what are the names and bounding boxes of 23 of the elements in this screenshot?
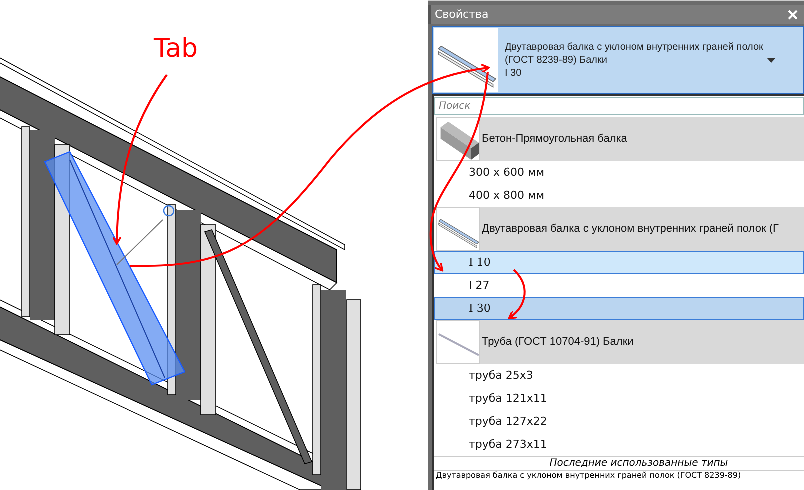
recent-type-item[interactable]: Двутавровая балка с уклоном внутренних граней полок (ГОСТ 8239-89) bbox=[434, 471, 804, 481]
type-name: I 30 bbox=[505, 66, 523, 80]
type-item[interactable]: 300 x 600 мм bbox=[434, 161, 804, 184]
type-item[interactable]: труба 127x22 bbox=[434, 410, 804, 433]
panel-title: Свойства bbox=[435, 8, 489, 21]
type-item[interactable]: труба 25x3 bbox=[434, 364, 804, 387]
caret-icon[interactable] bbox=[767, 58, 776, 62]
type-selector[interactable]: Двутавровая балка с уклоном внутренних граней полок (ГОСТ 8239-89) Балки I 30 bbox=[432, 26, 804, 94]
annotation-label: Tab bbox=[154, 34, 198, 64]
close-icon[interactable] bbox=[788, 10, 798, 20]
type-item[interactable]: I 30 bbox=[434, 297, 804, 320]
type-item[interactable]: 400 x 800 мм bbox=[434, 184, 804, 207]
section-header: Последние использованные типы bbox=[434, 456, 804, 471]
family-name: Труба (ГОСТ 10704-91) Балки bbox=[481, 336, 634, 348]
family-name: Бетон-Прямоугольная балка bbox=[481, 133, 628, 145]
search-field[interactable]: Поиск bbox=[434, 97, 804, 115]
family-name: Двутавровая балка с уклоном внутренних граней полок (ГОСТ 8239-89) Балки bbox=[505, 40, 764, 66]
type-item[interactable]: труба 121x11 bbox=[434, 387, 804, 410]
type-item[interactable]: труба 273x11 bbox=[434, 433, 804, 456]
annotation-arrow bbox=[508, 269, 526, 320]
type-item[interactable]: I 27 bbox=[434, 274, 804, 297]
family-name: Двутавровая балка с уклоном внутренних граней полок (Г bbox=[481, 223, 779, 235]
type-item[interactable]: I 10 bbox=[434, 251, 804, 274]
